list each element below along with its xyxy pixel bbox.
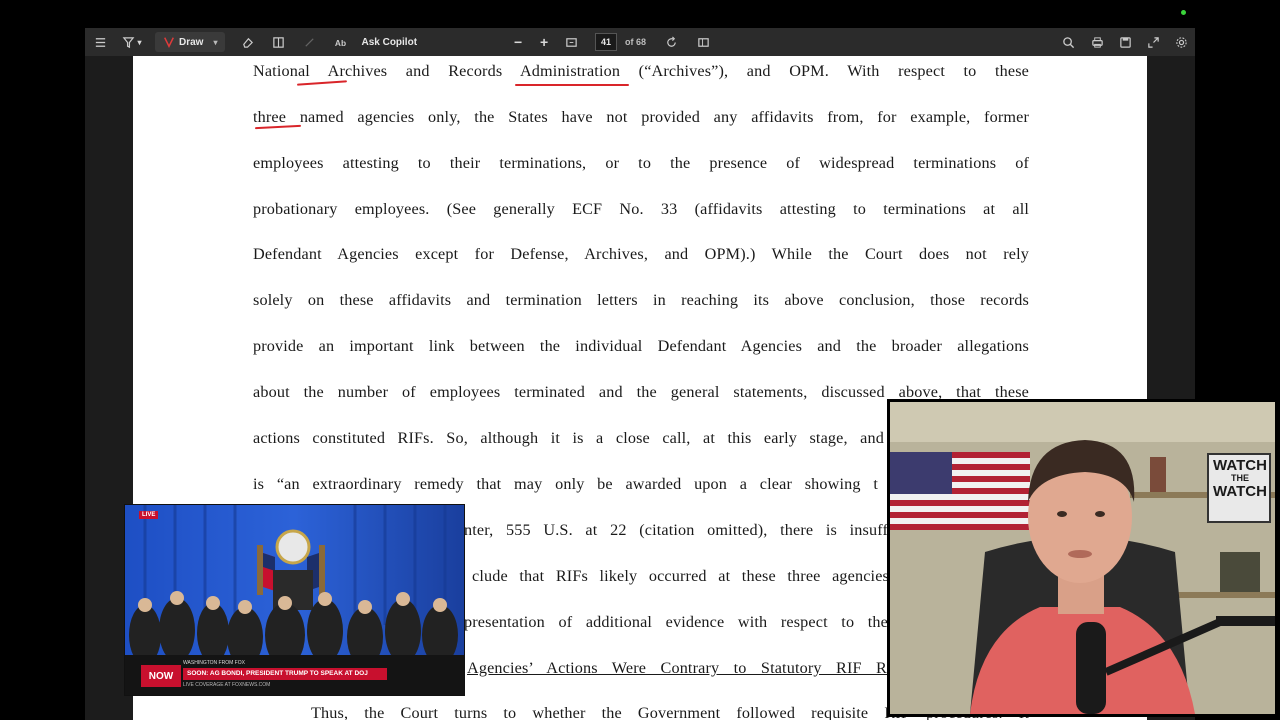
webcam-overlay: WATCH THE WATCH <box>887 399 1278 717</box>
sign-line: WATCH <box>1213 483 1267 500</box>
page-total: of 68 <box>625 37 647 47</box>
news-subline: LIVE COVERAGE AT FOXNEWS.COM <box>183 682 271 688</box>
document-line: presentation of additional evidence with… <box>464 613 888 631</box>
draw-button[interactable]: Draw ▾ <box>155 32 226 52</box>
ask-copilot-button[interactable]: Ask Copilot <box>361 28 417 56</box>
document-line: three named agencies only, the States ha… <box>253 108 1029 126</box>
filter-pen-icon[interactable]: ▾ <box>115 28 149 56</box>
layout-icon[interactable] <box>263 28 293 56</box>
sign-line: WATCH <box>1213 457 1267 474</box>
document-line: nter, 555 U.S. at 22 (citation omitted),… <box>464 521 888 539</box>
document-line: actions constituted RIFs. So, although i… <box>253 429 884 447</box>
news-headline: SOON: AG BONDI, PRESIDENT TRUMP TO SPEAK… <box>183 668 387 680</box>
print-icon[interactable] <box>1083 28 1111 56</box>
current-page: 41 <box>601 37 612 47</box>
list-icon[interactable] <box>85 28 115 56</box>
draw-pen-icon <box>164 37 174 48</box>
document-line: Defendant Agencies except for Defense, A… <box>253 245 1029 263</box>
news-video-overlay: LIVE WASHINGTON FROM FOX NOW SOON: AG BO… <box>124 504 465 696</box>
document-line: solely on these affidavits and terminati… <box>253 291 1029 309</box>
document-line: clude that RIFs likely occurred at these… <box>472 567 889 585</box>
text-icon[interactable] <box>293 28 325 56</box>
section-heading: Agencies’ Actions Were Contrary to Statu… <box>467 659 887 677</box>
network-logo: NOW <box>141 665 181 687</box>
document-line: employees attesting to their termination… <box>253 154 1029 172</box>
document-line: provide an important link between the in… <box>253 337 1029 355</box>
svg-text:Ab: Ab <box>335 38 346 48</box>
ask-copilot-label: Ask Copilot <box>361 36 418 48</box>
pdf-toolbar: ▾ Draw ▾ Ab Ask Copilot − + 41 of 68 <box>85 28 1195 56</box>
zoom-out-icon[interactable]: − <box>505 28 531 56</box>
red-annotation-stroke <box>296 80 348 86</box>
save-icon[interactable] <box>1111 28 1139 56</box>
search-icon[interactable] <box>1053 28 1083 56</box>
fit-page-icon[interactable] <box>557 28 585 56</box>
document-line: probationary employees. (See generally E… <box>253 200 1029 218</box>
status-dot <box>1181 10 1186 15</box>
chevron-down-icon[interactable]: ▾ <box>213 38 217 47</box>
location-tag: WASHINGTON FROM FOX <box>183 660 245 666</box>
watch-the-watch-sign: WATCH THE WATCH <box>1212 458 1268 499</box>
rotate-icon[interactable] <box>654 28 688 56</box>
document-line: National Archives and Records Administra… <box>253 62 1029 80</box>
live-badge: LIVE <box>139 511 159 519</box>
eraser-icon[interactable] <box>231 28 263 56</box>
draw-label: Draw <box>179 36 204 48</box>
zoom-in-icon[interactable]: + <box>531 28 557 56</box>
two-page-icon[interactable] <box>688 28 718 56</box>
read-aloud-icon[interactable]: Ab <box>325 28 355 56</box>
red-annotation-stroke <box>515 84 629 86</box>
settings-icon[interactable] <box>1167 28 1195 56</box>
page-number-input[interactable]: 41 <box>595 33 618 51</box>
webcam-scene-image <box>890 402 1275 714</box>
document-line: is “an extraordinary remedy that may onl… <box>253 475 878 493</box>
fullscreen-icon[interactable] <box>1139 28 1167 56</box>
